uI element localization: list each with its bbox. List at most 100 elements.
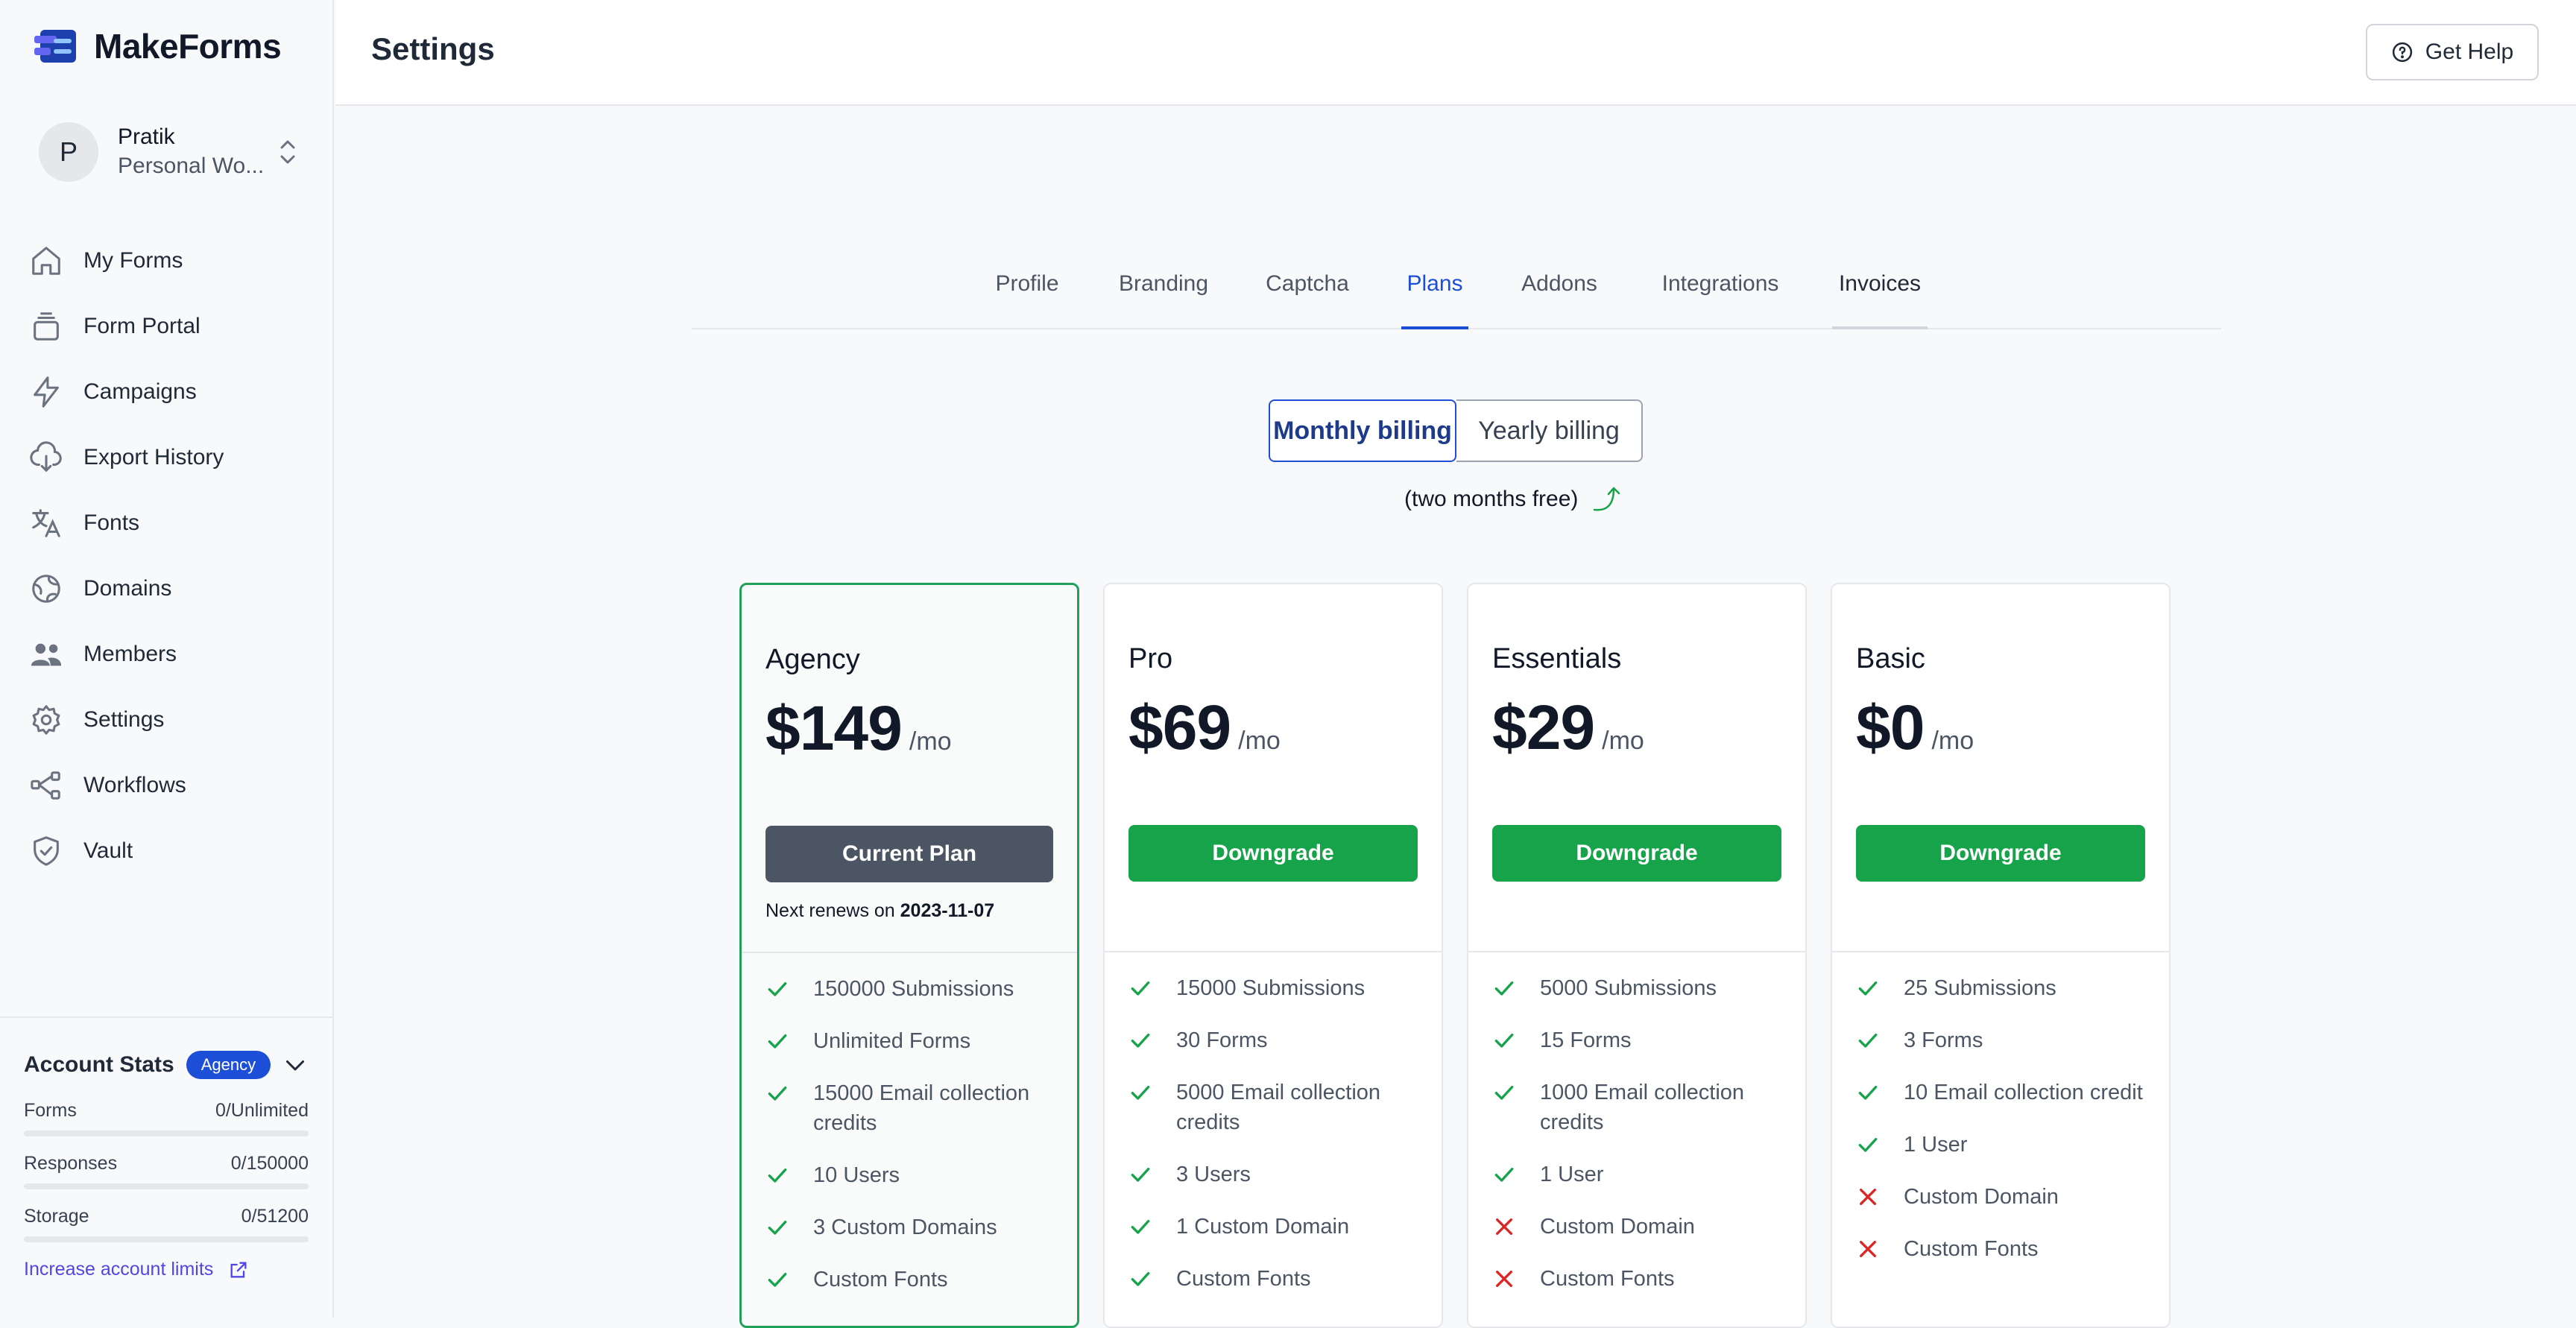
feature-item: Custom Domain xyxy=(1856,1182,2145,1212)
check-icon xyxy=(1128,1160,1154,1189)
feature-item: 5000 Email collection credits xyxy=(1128,1078,1418,1137)
feature-item: 3 Custom Domains xyxy=(765,1212,1053,1242)
workspace-name: Personal Wo... xyxy=(118,154,265,178)
workspace-switcher[interactable]: P Pratik Personal Wo... xyxy=(39,121,300,183)
feature-text: Custom Domain xyxy=(1540,1215,1695,1239)
sidebar-item-form-portal[interactable]: Form Portal xyxy=(27,294,310,359)
stat-progress-bar xyxy=(24,1131,309,1136)
chevron-down-icon[interactable] xyxy=(282,1052,309,1078)
brand[interactable]: MakeForms xyxy=(34,27,282,66)
sidebar-item-workflows[interactable]: Workflows xyxy=(27,753,310,818)
renewal-note: Next renews on 2023-11-07 xyxy=(765,900,1053,922)
check-icon xyxy=(1492,1160,1518,1189)
feature-item: Custom Fonts xyxy=(765,1265,1053,1294)
downgrade-button[interactable]: Downgrade xyxy=(1492,825,1781,882)
lightning-icon xyxy=(27,373,66,411)
sidebar-item-domains[interactable]: Domains xyxy=(27,556,310,622)
tab-plans[interactable]: Plans xyxy=(1401,271,1468,329)
billing-toggle: Monthly billing Yearly billing xyxy=(1269,399,1643,462)
check-icon xyxy=(765,974,791,1004)
tab-captcha[interactable]: Captcha xyxy=(1263,271,1352,329)
sidebar-item-members[interactable]: Members xyxy=(27,622,310,687)
feature-item: Custom Domain xyxy=(1492,1212,1781,1242)
x-icon xyxy=(1856,1182,1881,1212)
check-icon xyxy=(765,1265,791,1294)
feature-item: 10 Email collection credit xyxy=(1856,1078,2145,1107)
sidebar-item-export-history[interactable]: Export History xyxy=(27,425,310,490)
feature-item: 3 Forms xyxy=(1856,1025,2145,1055)
feature-item: 15000 Email collection credits xyxy=(765,1078,1053,1138)
feature-text: 1 Custom Domain xyxy=(1176,1215,1350,1239)
sidebar-item-label: Domains xyxy=(83,576,172,601)
feature-item: 15 Forms xyxy=(1492,1025,1781,1055)
check-icon xyxy=(1492,1078,1518,1107)
feature-text: 10 Email collection credit xyxy=(1904,1081,2143,1104)
check-icon xyxy=(1856,1025,1881,1055)
current-plan-button[interactable]: Current Plan xyxy=(765,826,1053,882)
check-icon xyxy=(1128,1025,1154,1055)
two-months-free-note: (two months free) xyxy=(1404,484,1624,514)
brand-name: MakeForms xyxy=(94,27,282,66)
feature-item: 10 Users xyxy=(765,1160,1053,1190)
sidebar-item-label: Vault xyxy=(83,838,133,863)
stat-label: Storage xyxy=(24,1206,89,1227)
check-icon xyxy=(1856,1130,1881,1160)
plan-period: /mo xyxy=(1602,727,1644,755)
renewal-prefix: Next renews on xyxy=(765,900,900,921)
sidebar-item-vault[interactable]: Vault xyxy=(27,818,310,884)
sidebar-item-my-forms[interactable]: My Forms xyxy=(27,228,310,294)
feature-text: 5000 Email collection credits xyxy=(1176,1081,1381,1134)
feature-text: 25 Submissions xyxy=(1904,976,2056,1000)
downgrade-button[interactable]: Downgrade xyxy=(1856,825,2145,882)
sidebar-item-settings[interactable]: Settings xyxy=(27,687,310,753)
workflow-icon xyxy=(27,766,66,805)
sidebar-item-campaigns[interactable]: Campaigns xyxy=(27,359,310,425)
check-icon xyxy=(765,1078,791,1108)
chevron-up-down-icon xyxy=(280,140,295,164)
monthly-billing-button[interactable]: Monthly billing xyxy=(1269,399,1456,462)
feature-item: 1 User xyxy=(1492,1160,1781,1189)
plan-price: $149 xyxy=(765,693,903,763)
cloud-download-icon xyxy=(27,438,66,477)
tab-profile[interactable]: Profile xyxy=(990,271,1064,329)
check-icon xyxy=(1856,1078,1881,1107)
yearly-billing-button[interactable]: Yearly billing xyxy=(1456,399,1643,462)
gear-icon xyxy=(27,701,66,739)
sidebar: MakeForms P Pratik Personal Wo... My For… xyxy=(0,0,334,1318)
tab-invoices[interactable]: Invoices xyxy=(1832,271,1928,329)
two-months-free-label: (two months free) xyxy=(1404,487,1579,511)
tab-integrations[interactable]: Integrations xyxy=(1655,271,1786,329)
sidebar-item-label: Workflows xyxy=(83,773,186,797)
translate-icon xyxy=(27,504,66,543)
feature-item: 3 Users xyxy=(1128,1160,1418,1189)
plan-name: Basic xyxy=(1856,643,1925,674)
get-help-button[interactable]: Get Help xyxy=(2366,24,2539,80)
home-icon xyxy=(27,241,66,280)
feature-text: 1000 Email collection credits xyxy=(1540,1081,1745,1134)
increase-limits-link[interactable]: Increase account limits xyxy=(24,1259,309,1280)
feature-item: 1 User xyxy=(1856,1130,2145,1160)
feature-list: 25 Submissions 3 Forms 10 Email collection… xyxy=(1832,952,2169,1264)
plan-price: $69 xyxy=(1128,692,1231,762)
get-help-label: Get Help xyxy=(2425,39,2514,64)
downgrade-button[interactable]: Downgrade xyxy=(1128,825,1418,882)
feature-list: 15000 Submissions 30 Forms 5000 Email coll… xyxy=(1105,952,1442,1294)
plan-cards: Agency $149 /mo Current Plan Next renews… xyxy=(739,583,2171,1328)
feature-item: 150000 Submissions xyxy=(765,974,1053,1004)
check-icon xyxy=(1492,1025,1518,1055)
stat-value: 0/Unlimited xyxy=(215,1100,309,1121)
feature-text: Custom Domain xyxy=(1904,1185,2059,1209)
stat-forms: Forms 0/Unlimited xyxy=(24,1100,309,1136)
plan-period: /mo xyxy=(909,727,952,756)
help-circle-icon xyxy=(2392,42,2412,63)
feature-text: 30 Forms xyxy=(1176,1028,1268,1052)
feature-text: 3 Forms xyxy=(1904,1028,1983,1052)
sidebar-item-fonts[interactable]: Fonts xyxy=(27,490,310,556)
tab-addons[interactable]: Addons xyxy=(1518,271,1601,329)
tab-branding[interactable]: Branding xyxy=(1115,271,1212,329)
sidebar-item-label: Campaigns xyxy=(83,379,197,404)
check-icon xyxy=(765,1160,791,1190)
feature-text: Custom Fonts xyxy=(1904,1237,2039,1261)
stat-responses: Responses 0/150000 xyxy=(24,1153,309,1189)
account-stats-title: Account Stats xyxy=(24,1052,174,1077)
